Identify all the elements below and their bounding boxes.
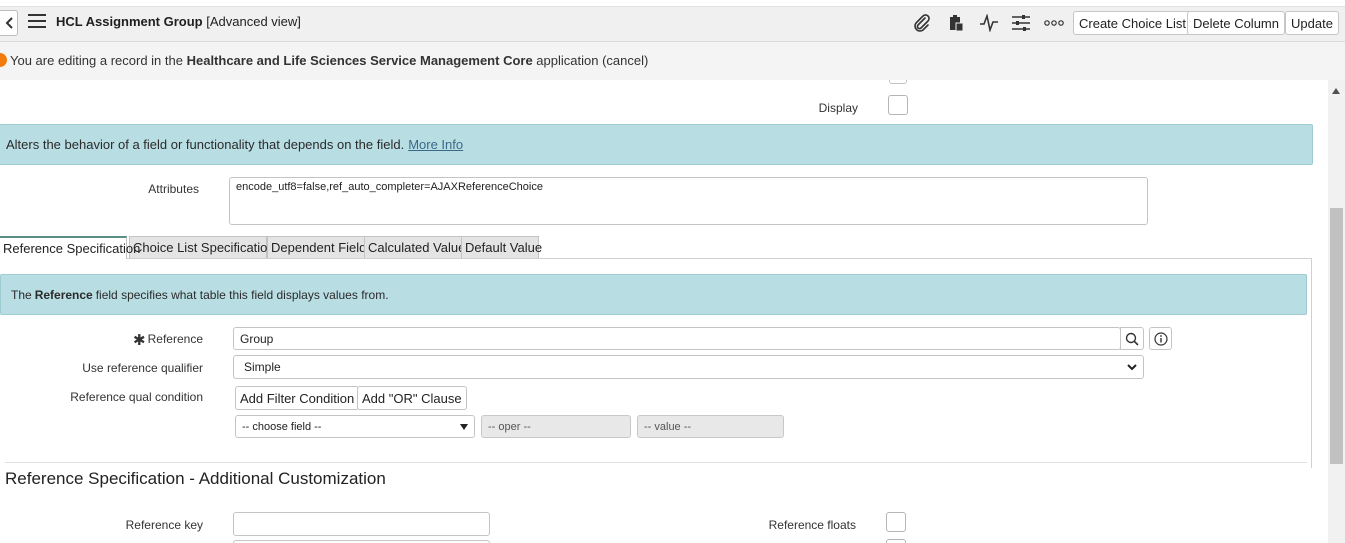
create-choice-list-button[interactable]: Create Choice List xyxy=(1073,11,1192,35)
use-reference-qualifier-select[interactable]: Simple xyxy=(233,355,1144,379)
reference-info-prefix: The xyxy=(11,287,32,302)
use-reference-qualifier-label: Use reference qualifier xyxy=(82,361,203,375)
paperclip-icon[interactable] xyxy=(911,13,933,33)
reference-info-bold: Reference xyxy=(34,287,93,302)
notice-app-name: Healthcare and Life Sciences Service Man… xyxy=(186,53,533,68)
additional-customization-title: Reference Specification - Additional Cus… xyxy=(5,469,386,488)
operator-select: -- oper -- xyxy=(481,415,631,438)
tab-dependent-field[interactable]: Dependent Field xyxy=(267,236,366,258)
form-title-table: HCL Assignment Group xyxy=(56,14,203,29)
info-icon xyxy=(1153,331,1168,346)
chevron-down-icon xyxy=(1127,363,1137,370)
attributes-info-text: Alters the behavior of a field or functi… xyxy=(6,137,405,152)
attributes-info-box: Alters the behavior of a field or functi… xyxy=(0,124,1313,165)
reference-floats-checkbox[interactable] xyxy=(886,512,906,532)
add-filter-condition-button[interactable]: Add Filter Condition xyxy=(235,386,360,410)
value-input: -- value -- xyxy=(637,415,784,438)
sliders-icon[interactable] xyxy=(1010,13,1032,33)
scrollbar-thumb[interactable] xyxy=(1330,208,1343,464)
notice-prefix: You are editing a record in the xyxy=(10,53,187,68)
update-button[interactable]: Update xyxy=(1285,11,1339,35)
add-or-clause-button[interactable]: Add "OR" Clause xyxy=(357,386,467,410)
reference-info-box: The Reference field specifies what table… xyxy=(0,274,1307,315)
more-info-link[interactable]: More Info xyxy=(408,137,463,152)
attributes-label: Attributes xyxy=(148,182,199,196)
reference-floats-label: Reference floats xyxy=(768,518,856,532)
previous-checkbox-partial[interactable] xyxy=(889,80,907,84)
use-reference-qualifier-value: Simple xyxy=(244,360,281,374)
reference-key-label: Reference key xyxy=(125,518,203,532)
reference-info-suffix: field specifies what table this field di… xyxy=(95,287,389,302)
more-options-icon[interactable] xyxy=(1043,13,1065,33)
notice-suffix: application xyxy=(532,53,603,68)
form-title-view: [Advanced view] xyxy=(202,14,301,29)
tab-calculated-value[interactable]: Calculated Value xyxy=(364,236,465,258)
reference-key-input[interactable] xyxy=(233,512,490,536)
notice-cancel-link[interactable]: (cancel) xyxy=(602,53,648,68)
form-title: HCL Assignment Group [Advanced view] xyxy=(56,14,301,29)
reference-qual-condition-label: Reference qual condition xyxy=(70,390,203,404)
back-icon xyxy=(5,17,13,29)
section-divider xyxy=(5,462,1307,463)
tab-default-value[interactable]: Default Value xyxy=(461,236,542,258)
reference-lookup-button[interactable] xyxy=(1120,327,1144,350)
attributes-textarea[interactable]: encode_utf8=false,ref_auto_completer=AJA… xyxy=(229,177,1148,225)
next-checkbox-partial[interactable] xyxy=(886,539,906,543)
app-scope-notice-text: You are editing a record in the Healthca… xyxy=(10,53,648,68)
choose-field-select[interactable]: -- choose field -- xyxy=(235,415,475,438)
reference-label: Reference xyxy=(147,332,203,346)
clipboard-icon[interactable] xyxy=(945,13,967,33)
back-button[interactable] xyxy=(0,10,18,36)
activity-icon[interactable] xyxy=(978,13,1000,33)
tab-reference-specification[interactable]: Reference Specification xyxy=(0,236,140,259)
tab-choice-list-specification[interactable]: Choice List Specification xyxy=(129,236,275,258)
search-icon xyxy=(1125,332,1139,346)
reference-info-button[interactable] xyxy=(1149,327,1172,350)
delete-column-button[interactable]: Delete Column xyxy=(1187,11,1285,35)
scroll-up-arrow-icon[interactable] xyxy=(1332,88,1340,94)
reference-input[interactable]: Group xyxy=(233,327,1121,350)
display-label: Display xyxy=(818,101,858,115)
display-checkbox[interactable] xyxy=(888,95,908,115)
choose-field-value: -- choose field -- xyxy=(242,420,322,433)
caret-down-icon xyxy=(460,423,468,430)
hamburger-menu-icon[interactable] xyxy=(28,14,46,30)
